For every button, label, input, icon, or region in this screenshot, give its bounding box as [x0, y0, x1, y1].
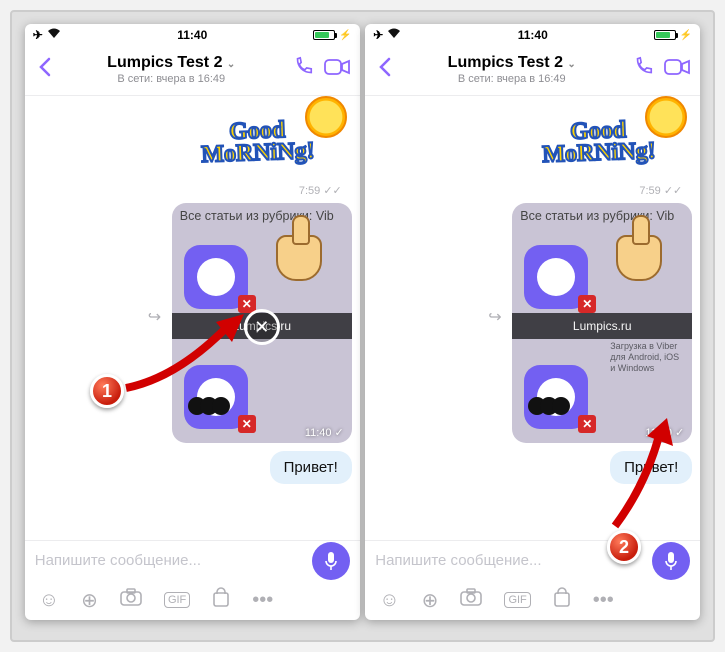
attachment-toolbar: ☺ ⊕ GIF ••• — [365, 580, 700, 620]
back-button[interactable] — [31, 57, 57, 83]
image-caption: Все статьи из рубрики: Vib — [520, 209, 684, 223]
back-button[interactable] — [371, 57, 397, 83]
video-call-button[interactable] — [660, 58, 694, 82]
voice-message-button[interactable] — [312, 542, 350, 580]
airplane-mode-icon: ✈ — [373, 28, 383, 42]
more-button[interactable]: ••• — [252, 589, 273, 612]
status-time: 11:40 — [177, 28, 207, 42]
charging-icon: ⚡ — [680, 30, 692, 41]
message-input[interactable] — [35, 552, 304, 569]
read-receipt-icon: ✓✓ — [323, 185, 341, 197]
wifi-icon — [387, 28, 401, 42]
sticker-line2: MoRNiNg! — [542, 138, 656, 168]
url-overlay: Lumpics.ru — [512, 313, 692, 339]
shop-button[interactable] — [553, 587, 571, 613]
annotation-badge-1: 1 — [90, 374, 124, 408]
message-input-bar — [25, 540, 360, 580]
camera-button[interactable] — [460, 588, 482, 612]
chat-title-area[interactable]: Lumpics Test 2 ⌄ В сети: вчера в 16:49 — [57, 53, 286, 85]
annotation-arrow-2 — [595, 416, 685, 536]
chat-title: Lumpics Test 2 — [448, 54, 563, 71]
charging-icon: ⚡ — [339, 30, 351, 41]
sent-check-icon: ✓ — [335, 426, 344, 439]
sticker-picker-button[interactable]: ☺ — [39, 589, 59, 612]
chat-header: Lumpics Test 2 ⌄ В сети: вчера в 16:49 — [365, 44, 700, 96]
text-message-bubble[interactable]: Привет! — [270, 451, 352, 484]
gif-button[interactable]: GIF — [504, 592, 530, 608]
message-input[interactable] — [375, 552, 644, 569]
status-time: 11:40 — [518, 28, 548, 42]
plus-button[interactable]: ⊕ — [422, 588, 439, 613]
image-subtext: Загрузка в Viber для Android, iOS и Wind… — [610, 341, 686, 373]
video-call-button[interactable] — [320, 58, 354, 82]
sticker-line2: MoRNiNg! — [201, 138, 315, 168]
voice-call-button[interactable] — [626, 56, 660, 84]
status-bar: ✈ 11:40 ⚡ — [25, 24, 360, 44]
battery-icon — [654, 30, 676, 40]
airplane-mode-icon: ✈ — [33, 28, 43, 42]
people-icon — [528, 397, 582, 421]
image-timestamp: 11:40 ✓ — [305, 426, 344, 439]
more-button[interactable]: ••• — [593, 589, 614, 612]
camera-button[interactable] — [120, 588, 142, 612]
chat-status: В сети: вчера в 16:49 — [397, 73, 626, 86]
share-icon[interactable]: ↪ — [488, 307, 501, 327]
shop-button[interactable] — [212, 587, 230, 613]
sticker-picker-button[interactable]: ☺ — [379, 589, 399, 612]
wifi-icon — [47, 28, 61, 42]
voice-message-button[interactable] — [652, 542, 690, 580]
chat-title-area[interactable]: Lumpics Test 2 ⌄ В сети: вчера в 16:49 — [397, 53, 626, 85]
gif-button[interactable]: GIF — [164, 592, 190, 608]
comparison-frame: ✈ 11:40 ⚡ Lumpics Test 2 ⌄ В сети: вчера… — [10, 10, 715, 642]
message-input-bar — [365, 540, 700, 580]
image-caption: Все статьи из рубрики: Vib — [180, 209, 344, 223]
read-receipt-icon: ✓✓ — [664, 185, 682, 197]
viber-logo-icon: ✕ — [524, 245, 588, 309]
chat-title: Lumpics Test 2 — [107, 54, 222, 71]
chevron-down-icon: ⌄ — [227, 59, 235, 70]
plus-button[interactable]: ⊕ — [81, 588, 98, 613]
image-message-bubble[interactable]: Все статьи из рубрики: Vib ✕ Lumpics.ru … — [512, 203, 692, 443]
good-morning-sticker[interactable]: Good MoRNiNg! — [508, 100, 688, 186]
chevron-down-icon: ⌄ — [567, 59, 575, 70]
voice-call-button[interactable] — [286, 56, 320, 84]
battery-icon — [313, 30, 335, 40]
good-morning-sticker[interactable]: Good MoRNiNg! — [168, 100, 348, 186]
people-icon — [188, 397, 242, 421]
pointing-hand-icon — [276, 235, 322, 281]
annotation-arrow-1 — [116, 308, 256, 398]
status-bar: ✈ 11:40 ⚡ — [365, 24, 700, 44]
chat-header: Lumpics Test 2 ⌄ В сети: вчера в 16:49 — [25, 44, 360, 96]
attachment-toolbar: ☺ ⊕ GIF ••• — [25, 580, 360, 620]
chat-status: В сети: вчера в 16:49 — [57, 73, 286, 86]
annotation-badge-2: 2 — [607, 530, 641, 564]
pointing-hand-icon — [616, 235, 662, 281]
viber-logo-icon: ✕ — [184, 245, 248, 309]
